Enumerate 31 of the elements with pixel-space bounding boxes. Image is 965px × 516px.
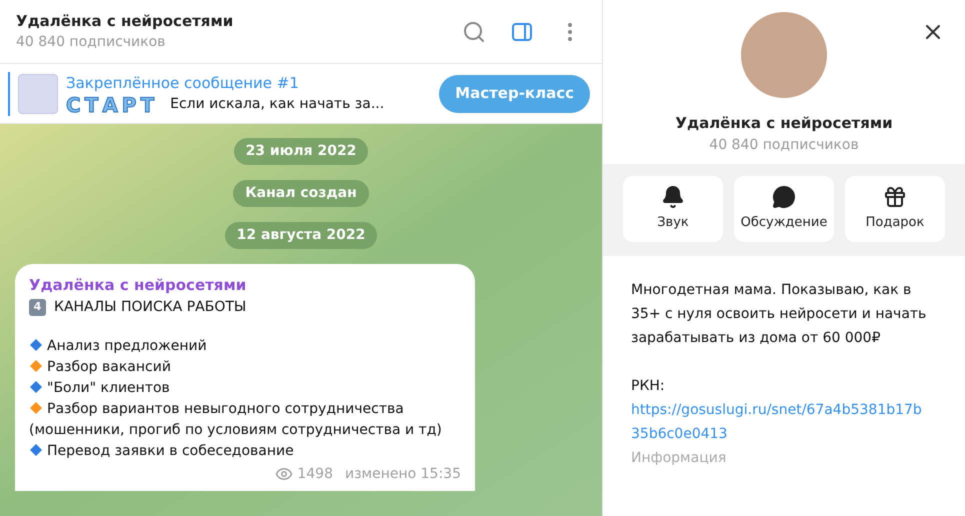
list-item-text: "Боли" клиентов: [47, 380, 170, 396]
profile-name: Удалёнка с нейросетями: [675, 113, 893, 134]
rkn-label: РКН:: [631, 376, 666, 396]
message-author: Удалёнка с нейросетями: [29, 275, 248, 296]
view-count: 1498: [297, 464, 333, 484]
list-item-text: Перевод заявки в собеседование: [47, 442, 294, 458]
service-message: Канал создан: [233, 180, 369, 207]
start-lettering: СТАРТ: [66, 94, 158, 115]
keycap-icon: 4: [29, 298, 46, 316]
gift-icon: [883, 184, 907, 209]
subscriber-count: 40 840 подписчиков: [16, 33, 166, 52]
channel-description: Многодетная мама. Показываю, как в 35+ с нуля освоить нейросети и начать зарабатывать из дома от 60 000₽: [631, 280, 928, 348]
speech-bubble-icon: [772, 184, 796, 209]
list-item-text: Анализ предложений: [47, 338, 207, 354]
profile-action-button[interactable]: Подарок: [845, 176, 945, 242]
search-icon[interactable]: [462, 20, 486, 44]
service-message: 12 августа 2022: [224, 222, 378, 249]
info-caption: Информация: [631, 448, 728, 468]
views-icon: [275, 465, 294, 483]
profile-subscribers: 40 840 подписчиков: [709, 136, 859, 154]
message-heading: КАНАЛЫ ПОИСКА РАБОТЫ: [54, 298, 246, 316]
list-item-text: Разбор вакансий: [47, 358, 171, 374]
profile-action-button[interactable]: Звук: [623, 176, 723, 242]
channel-title: Удалёнка с нейросетями: [16, 10, 234, 32]
pinned-thumbnail: [18, 74, 58, 114]
bell-icon: [661, 184, 685, 209]
list-item-text: Разбор вариантов невыгодного сотрудничества (мошенники, прогиб по условиям сотрудничества и тд): [29, 400, 442, 438]
service-message: 23 июля 2022: [234, 138, 368, 165]
edited-time: изменено 15:35: [345, 464, 461, 484]
profile-action-button[interactable]: Обсуждение: [734, 176, 834, 242]
pinned-preview: Если искала, как начать за...: [170, 95, 384, 114]
